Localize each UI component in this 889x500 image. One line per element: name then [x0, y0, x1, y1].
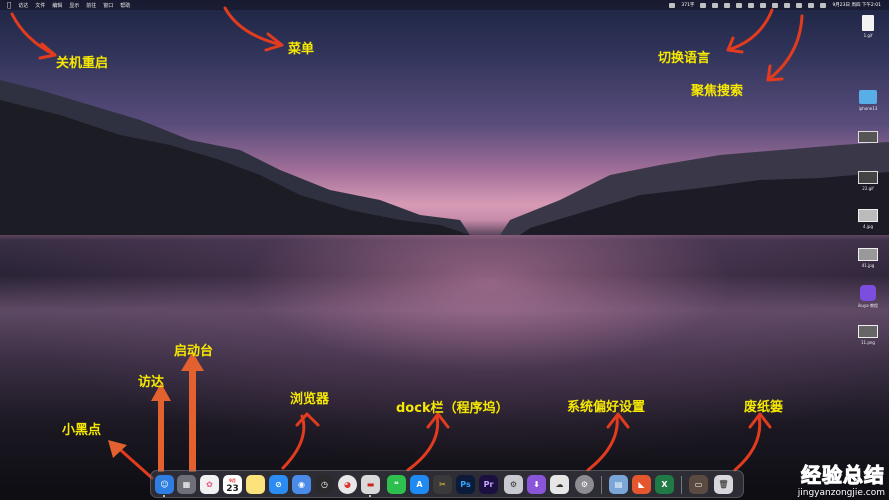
trash-icon[interactable]: 🗑	[714, 475, 733, 494]
clock-icon[interactable]: ◷	[315, 475, 334, 494]
notes-icon[interactable]	[246, 475, 265, 494]
label-little-black-dot: 小黑点	[62, 423, 102, 438]
qq-icon[interactable]: ☁	[550, 475, 569, 494]
arrow-language	[726, 8, 774, 52]
launchpad-icon[interactable]: ▦	[177, 475, 196, 494]
chrome-icon[interactable]: ◕	[338, 475, 357, 494]
watermark-title: 经验总结	[800, 463, 885, 488]
photos-icon[interactable]: ✿	[200, 475, 219, 494]
calendar-day: 23	[226, 483, 239, 494]
arrow-system-prefs	[586, 414, 619, 472]
dock: ☺ ▦ ✿ 9月 23 ⊘ ◉ ◷ ◕ ▬ ❝ A ✂ Ps Pr ⚙ ⬇ ☁ …	[150, 470, 744, 498]
label-finder: 访达	[138, 375, 165, 390]
office-icon[interactable]: ◣	[632, 475, 651, 494]
annotation-arrows	[10, 6, 804, 480]
excel-icon[interactable]: X	[655, 475, 674, 494]
running-indicator-dot	[369, 495, 371, 497]
dock-separator	[681, 476, 682, 494]
arrow-finder-shaft	[158, 400, 164, 472]
purple-app-icon[interactable]: ⬇	[527, 475, 546, 494]
label-spotlight: 聚焦搜索	[691, 84, 744, 99]
arrow-dock	[406, 414, 440, 472]
app-store-icon[interactable]: A	[410, 475, 429, 494]
label-shutdown-restart: 关机重启	[56, 56, 109, 71]
system-preferences-icon[interactable]: ⚙	[575, 475, 594, 494]
watermark: 经验总结 jingyanzongjie.com	[797, 459, 885, 499]
label-system-preferences: 系统偏好设置	[567, 400, 646, 415]
safari-icon[interactable]: ⊘	[269, 475, 288, 494]
arrow-launchpad-shaft	[189, 370, 196, 472]
premiere-icon[interactable]: Pr	[479, 475, 498, 494]
running-indicator-dot	[163, 495, 165, 497]
finder-icon[interactable]: ☺	[155, 475, 174, 494]
calendar-icon[interactable]: 9月 23	[223, 475, 242, 494]
photoshop-icon[interactable]: Ps	[456, 475, 475, 494]
wechat-icon[interactable]: ❝	[387, 475, 406, 494]
preview-icon[interactable]: ▤	[609, 475, 628, 494]
label-dock-bar: dock栏（程序坞）	[396, 401, 509, 416]
watermark-url: jingyanzongjie.com	[797, 488, 885, 498]
arrow-spotlight	[766, 14, 804, 82]
arrow-trash	[733, 414, 762, 472]
label-browser: 浏览器	[290, 392, 330, 407]
dock-separator	[601, 476, 602, 494]
label-launchpad: 启动台	[174, 344, 214, 359]
final-cut-icon[interactable]: ✂	[433, 475, 452, 494]
label-trash: 废纸篓	[744, 400, 784, 415]
chrome-alt-icon[interactable]: ◉	[292, 475, 311, 494]
arrow-browser	[281, 414, 306, 470]
video-player-icon[interactable]: ▬	[361, 475, 380, 494]
dashboard-icon[interactable]: ⚙	[504, 475, 523, 494]
photo-folder-icon[interactable]: ▭	[689, 475, 708, 494]
label-menu: 菜单	[288, 42, 315, 57]
label-switch-language: 切换语言	[658, 51, 711, 66]
